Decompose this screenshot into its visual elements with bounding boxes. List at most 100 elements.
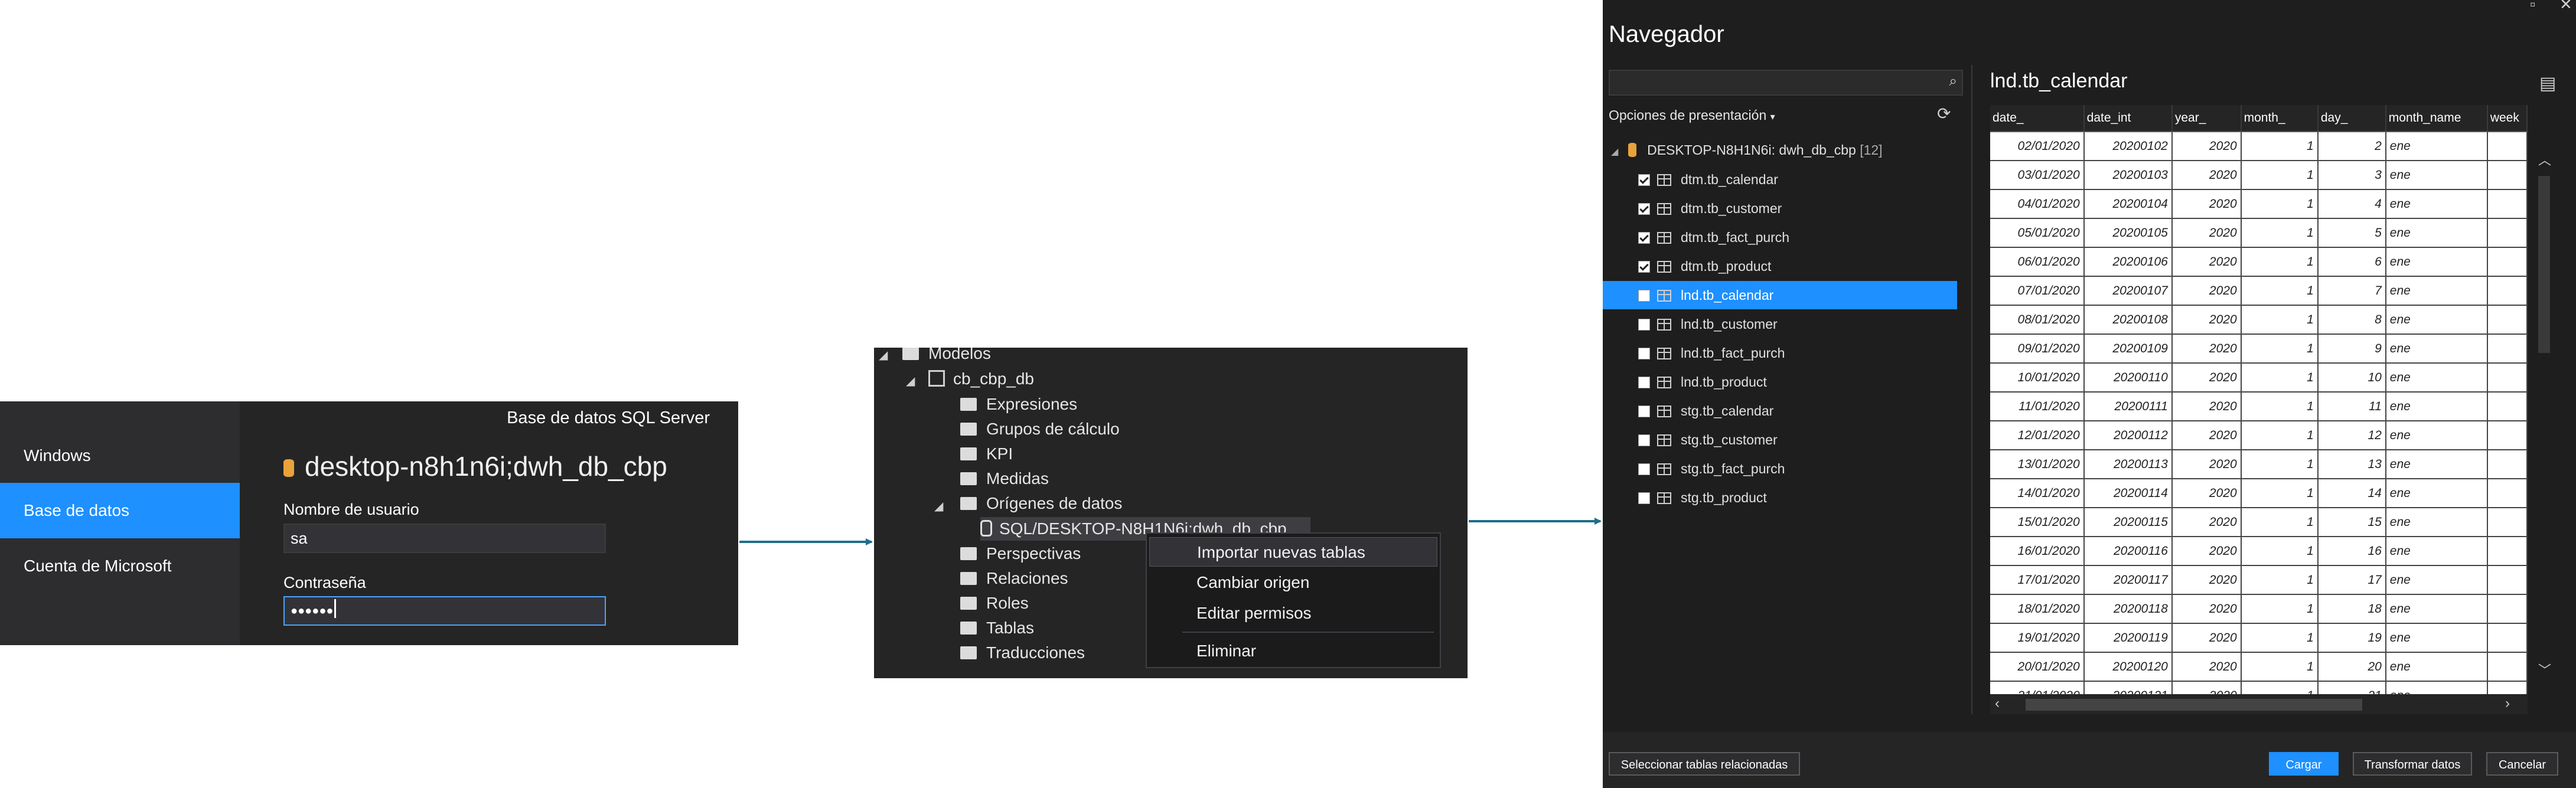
table-cell: 7 <box>2317 276 2386 306</box>
scroll-thumb[interactable] <box>2538 176 2550 353</box>
table-item[interactable]: dtm.tb_fact_purch <box>1603 223 1957 251</box>
tree-folder-label: Traducciones <box>986 643 1085 662</box>
table-cell: ene <box>2385 565 2488 595</box>
scroll-thumb[interactable] <box>2026 699 2362 711</box>
table-cell: 12/01/2020 <box>1990 421 2085 450</box>
column-header[interactable]: date_ <box>1990 105 2085 132</box>
navigator-title: Navegador <box>1609 21 1724 47</box>
tree-folder-perspectivas[interactable]: Perspectivas <box>960 542 1081 565</box>
cancel-button[interactable]: Cancelar <box>2486 752 2558 776</box>
table-row: 13/01/2020 20200113 2020 1 13 ene <box>1990 450 2528 479</box>
collapse-icon[interactable]: ◢ <box>879 348 888 362</box>
tree-folder-medidas[interactable]: Medidas <box>960 467 1049 491</box>
menu-delete[interactable]: Eliminar <box>1149 636 1437 666</box>
refresh-icon[interactable]: ⟳ <box>1937 104 1951 123</box>
table-cell: ene <box>2385 652 2488 682</box>
tree-root[interactable]: Modelos <box>902 348 991 365</box>
checkbox[interactable] <box>1638 319 1650 331</box>
tree-folder-relaciones[interactable]: Relaciones <box>960 567 1068 590</box>
checkbox[interactable] <box>1638 232 1650 244</box>
column-header[interactable]: year_ <box>2171 105 2242 132</box>
table-cell: 20200106 <box>2083 247 2173 277</box>
chevron-left-icon[interactable]: ‹ <box>1995 695 2000 712</box>
horizontal-scrollbar[interactable]: ‹ › <box>1990 694 2528 714</box>
database-icon <box>283 459 294 477</box>
collapse-icon[interactable]: ◢ <box>906 374 915 388</box>
menu-edit-permissions[interactable]: Editar permisos <box>1149 599 1437 628</box>
table-cell: 2020 <box>2171 450 2242 479</box>
username-input[interactable]: sa <box>283 524 606 553</box>
select-related-button[interactable]: Seleccionar tablas relacionadas <box>1609 752 1800 776</box>
table-row: 20/01/2020 20200120 2020 1 20 ene <box>1990 652 2528 682</box>
table-cell: 07/01/2020 <box>1990 276 2085 306</box>
nav-microsoft-account[interactable]: Cuenta de Microsoft <box>0 538 240 594</box>
nav-database[interactable]: Base de datos <box>0 483 240 538</box>
table-item[interactable]: lnd.tb_product <box>1603 368 1957 396</box>
table-cell: 1 <box>2241 421 2319 450</box>
collapse-icon[interactable]: ◢ <box>934 499 943 514</box>
checkbox[interactable] <box>1638 290 1650 302</box>
column-header[interactable]: month_ <box>2241 105 2319 132</box>
table-cell <box>2487 508 2528 537</box>
table-item-label: stg.tb_fact_purch <box>1681 461 1785 476</box>
table-cell: 2 <box>2317 132 2386 161</box>
table-item[interactable]: lnd.tb_customer <box>1603 310 1957 338</box>
table-item-label: dtm.tb_calendar <box>1681 172 1778 187</box>
table-cell: 8 <box>2317 305 2386 335</box>
table-item[interactable]: lnd.tb_calendar <box>1603 281 1957 309</box>
tree-folder-traducciones[interactable]: Traducciones <box>960 641 1085 665</box>
server-node[interactable]: ◢ DESKTOP-N8H1N6i: dwh_db_cbp [12] <box>1603 136 1957 164</box>
column-header[interactable]: week <box>2487 105 2528 132</box>
password-input[interactable]: ●●●●●● <box>283 596 606 626</box>
chevron-right-icon[interactable]: › <box>2505 695 2510 712</box>
table-item[interactable]: stg.tb_product <box>1603 483 1957 512</box>
nav-windows[interactable]: Windows <box>0 428 240 483</box>
tree-folder-kpi[interactable]: KPI <box>960 442 1013 466</box>
table-item[interactable]: dtm.tb_product <box>1603 252 1957 280</box>
checkbox[interactable] <box>1638 406 1650 417</box>
checkbox[interactable] <box>1638 463 1650 475</box>
load-button[interactable]: Cargar <box>2269 752 2339 776</box>
vertical-scrollbar[interactable]: ︿ ﹀ <box>2536 140 2552 689</box>
column-header[interactable]: month_name <box>2385 105 2488 132</box>
search-input[interactable]: ⌕ <box>1609 70 1963 96</box>
table-item[interactable]: lnd.tb_fact_purch <box>1603 339 1957 367</box>
checkbox[interactable] <box>1638 492 1650 504</box>
table-cell: 20200116 <box>2083 537 2173 566</box>
transform-button[interactable]: Transformar datos <box>2353 752 2472 776</box>
tree-folder-expresiones[interactable]: Expresiones <box>960 393 1077 416</box>
checkbox[interactable] <box>1638 261 1650 273</box>
checkbox[interactable] <box>1638 174 1650 186</box>
table-item[interactable]: stg.tb_calendar <box>1603 397 1957 425</box>
table-cell <box>2487 421 2528 450</box>
document-icon[interactable]: ▤ <box>2539 73 2556 94</box>
presentation-options[interactable]: Opciones de presentación ▾ <box>1609 107 1775 123</box>
checkbox[interactable] <box>1638 203 1650 215</box>
tree-folder-label: KPI <box>986 444 1013 463</box>
table-cell: ene <box>2385 508 2488 537</box>
maximize-icon[interactable]: ▫ <box>2530 0 2535 14</box>
close-icon[interactable]: ✕ <box>2559 0 2572 14</box>
column-header[interactable]: date_int <box>2083 105 2173 132</box>
table-item[interactable]: dtm.tb_customer <box>1603 194 1957 223</box>
table-item[interactable]: stg.tb_customer <box>1603 426 1957 454</box>
table-item[interactable]: stg.tb_fact_purch <box>1603 455 1957 483</box>
menu-import-tables[interactable]: Importar nuevas tablas <box>1149 537 1437 567</box>
column-header[interactable]: day_ <box>2317 105 2386 132</box>
table-item-label: dtm.tb_product <box>1681 259 1772 274</box>
menu-change-source[interactable]: Cambiar origen <box>1149 568 1437 597</box>
checkbox[interactable] <box>1638 434 1650 446</box>
table-icon <box>1657 434 1671 446</box>
tree-folder-origenes[interactable]: Orígenes de datos <box>960 492 1122 515</box>
checkbox[interactable] <box>1638 377 1650 388</box>
table-cell: 2020 <box>2171 594 2242 624</box>
checkbox[interactable] <box>1638 348 1650 359</box>
tree-database[interactable]: cb_cbp_db <box>928 367 1034 391</box>
table-cell: 13 <box>2317 450 2386 479</box>
chevron-up-icon[interactable]: ︿ <box>2538 150 2551 169</box>
tree-folder-tablas[interactable]: Tablas <box>960 616 1034 640</box>
tree-folder-roles[interactable]: Roles <box>960 591 1029 615</box>
chevron-down-icon[interactable]: ﹀ <box>2538 660 2551 679</box>
table-item[interactable]: dtm.tb_calendar <box>1603 165 1957 194</box>
tree-folder-grupos[interactable]: Grupos de cálculo <box>960 417 1120 441</box>
